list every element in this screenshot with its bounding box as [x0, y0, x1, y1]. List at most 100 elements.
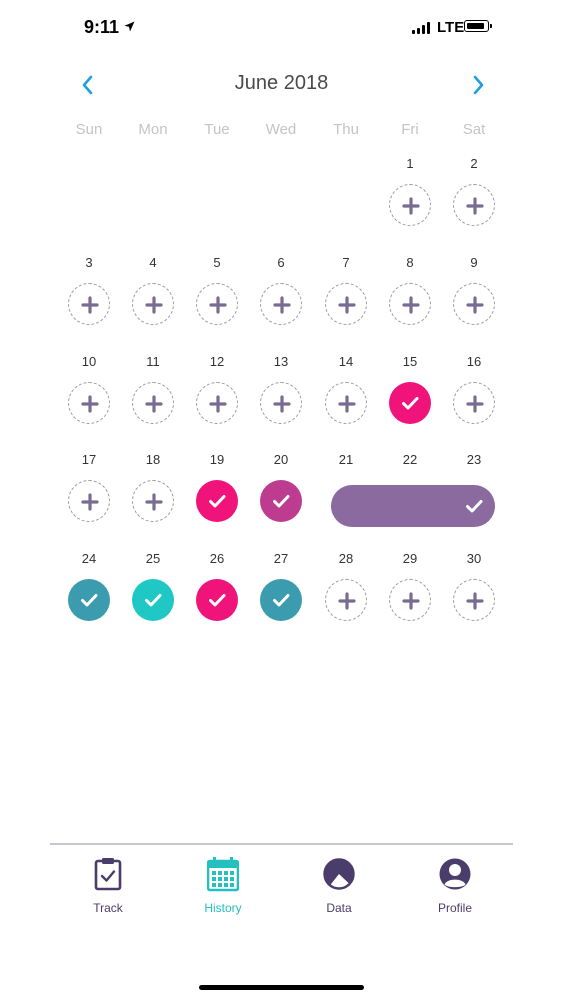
calendar-day: 2 [444, 156, 504, 236]
day-number: 12 [209, 354, 225, 369]
tab-profile[interactable]: Profile [415, 856, 495, 926]
plus-icon [338, 592, 356, 610]
weekday-label: Sun [75, 121, 103, 138]
status-time: 9:11 [84, 17, 120, 37]
logged-entry-button[interactable] [389, 382, 431, 424]
day-number: 4 [149, 255, 157, 270]
day-number: 15 [402, 354, 418, 369]
plus-icon [402, 592, 420, 610]
day-number: 24 [81, 551, 97, 566]
day-number: 10 [81, 354, 97, 369]
weekday-label: Tue [204, 121, 230, 138]
day-number: 8 [406, 255, 414, 270]
checkmark-icon [81, 594, 98, 607]
day-number: 26 [209, 551, 225, 566]
home-indicator [199, 985, 364, 990]
calendar-day: 28 [316, 551, 376, 631]
checkmark-icon [209, 495, 226, 508]
plus-icon [145, 395, 163, 413]
logged-entry-button[interactable] [132, 579, 174, 621]
plus-icon [338, 395, 356, 413]
add-entry-button[interactable] [453, 382, 495, 424]
add-entry-button[interactable] [389, 184, 431, 226]
tab-data[interactable]: Data [299, 856, 379, 926]
next-month-button[interactable] [466, 72, 490, 98]
weekday-label: Thu [333, 121, 359, 138]
calendar-day: 14 [316, 354, 376, 434]
calendar-day: 10 [59, 354, 119, 434]
tab-track[interactable]: Track [68, 856, 148, 926]
calendar-day: 9 [444, 255, 504, 335]
battery-icon [464, 20, 492, 32]
add-entry-button[interactable] [389, 579, 431, 621]
tab-label: Data [326, 901, 352, 915]
add-entry-button[interactable] [68, 480, 110, 522]
day-number: 22 [402, 452, 418, 467]
add-entry-button[interactable] [453, 579, 495, 621]
add-entry-button[interactable] [325, 283, 367, 325]
logged-entry-button[interactable] [260, 480, 302, 522]
day-number: 16 [466, 354, 482, 369]
add-entry-button[interactable] [196, 382, 238, 424]
tab-bar-divider [50, 843, 513, 845]
calendar-day: 15 [380, 354, 440, 434]
add-entry-button[interactable] [132, 382, 174, 424]
weekday-label: Sat [462, 121, 486, 138]
add-entry-button[interactable] [196, 283, 238, 325]
add-entry-button[interactable] [260, 382, 302, 424]
checkmark-icon [209, 594, 226, 607]
logged-entry-button[interactable] [196, 579, 238, 621]
status-bar: 9:11 LTE [0, 0, 563, 60]
plus-icon [81, 395, 99, 413]
day-number: 9 [470, 255, 478, 270]
tab-history[interactable]: History [183, 856, 263, 926]
calendar-day: 13 [251, 354, 311, 434]
plus-icon [145, 493, 163, 511]
logged-entry-button[interactable] [68, 579, 110, 621]
day-number: 3 [85, 255, 93, 270]
add-entry-button[interactable] [132, 480, 174, 522]
day-number: 25 [145, 551, 161, 566]
calendar-icon [207, 857, 239, 892]
plus-icon [273, 395, 291, 413]
add-entry-button[interactable] [260, 283, 302, 325]
add-entry-button[interactable] [132, 283, 174, 325]
calendar-day: 7 [316, 255, 376, 335]
calendar-day: 25 [123, 551, 183, 631]
plus-icon [273, 296, 291, 314]
calendar-day: 24 [59, 551, 119, 631]
weekday-label: Mon [138, 121, 168, 138]
clipboard-check-icon [94, 858, 122, 891]
plus-icon [209, 296, 227, 314]
add-entry-button[interactable] [325, 382, 367, 424]
add-entry-button[interactable] [68, 283, 110, 325]
add-entry-button[interactable] [453, 283, 495, 325]
calendar-day: 18 [123, 452, 183, 532]
calendar-day: 20 [251, 452, 311, 532]
plus-icon [466, 395, 484, 413]
pie-chart-icon [323, 858, 355, 890]
plus-icon [81, 493, 99, 511]
add-entry-button[interactable] [325, 579, 367, 621]
calendar-day: 29 [380, 551, 440, 631]
checkmark-icon [273, 594, 290, 607]
add-entry-button[interactable] [389, 283, 431, 325]
day-number: 6 [277, 255, 285, 270]
calendar-day: 5 [187, 255, 247, 335]
day-number: 2 [470, 156, 478, 171]
calendar-day: 8 [380, 255, 440, 335]
day-number: 17 [81, 452, 97, 467]
calendar-day: 26 [187, 551, 247, 631]
logged-range-pill[interactable] [331, 485, 495, 527]
add-entry-button[interactable] [68, 382, 110, 424]
weekday-label: Wed [265, 121, 297, 138]
logged-entry-button[interactable] [196, 480, 238, 522]
calendar-day: 30 [444, 551, 504, 631]
plus-icon [466, 296, 484, 314]
add-entry-button[interactable] [453, 184, 495, 226]
day-number: 30 [466, 551, 482, 566]
plus-icon [338, 296, 356, 314]
day-number: 13 [273, 354, 289, 369]
checkmark-icon [466, 500, 483, 513]
logged-entry-button[interactable] [260, 579, 302, 621]
